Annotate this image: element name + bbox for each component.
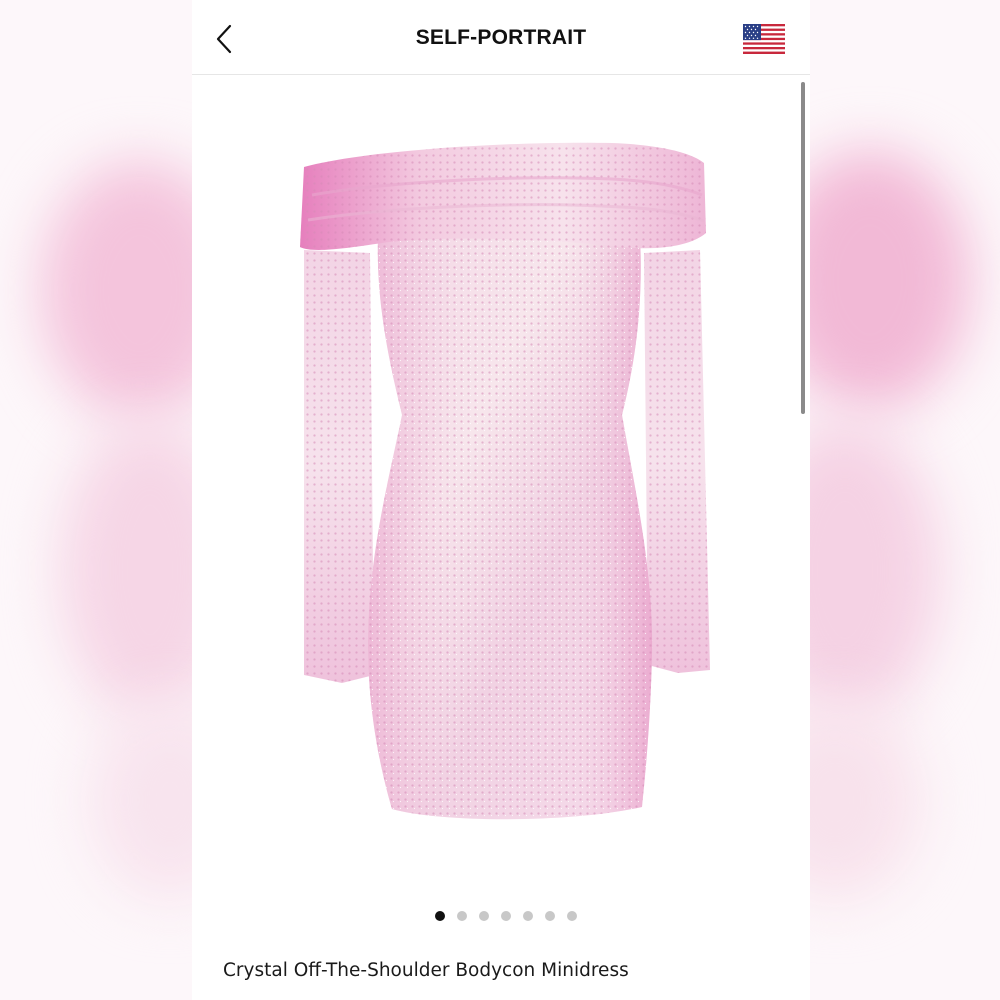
carousel-pagination — [192, 911, 810, 925]
carousel-dot-1[interactable] — [435, 911, 445, 921]
product-image — [300, 142, 710, 820]
brand-title: SELF-PORTRAIT — [415, 26, 587, 49]
product-title: Crystal Off-The-Shoulder Bodycon Minidre… — [223, 960, 629, 981]
app-screen: SELF-PORTRAIT Crystal Off-The-Shoulder B… — [192, 0, 810, 1000]
carousel-dot-7[interactable] — [567, 911, 577, 921]
carousel-dot-4[interactable] — [501, 911, 511, 921]
blurred-background-right — [810, 0, 1000, 1000]
carousel-dot-2[interactable] — [457, 911, 467, 921]
screenshot-frame: SELF-PORTRAIT Crystal Off-The-Shoulder B… — [0, 0, 1000, 1000]
scrollbar[interactable] — [801, 82, 805, 414]
product-image-carousel[interactable] — [192, 75, 810, 895]
carousel-dot-5[interactable] — [523, 911, 533, 921]
carousel-dot-3[interactable] — [479, 911, 489, 921]
blurred-background-left — [0, 0, 192, 1000]
carousel-dot-6[interactable] — [545, 911, 555, 921]
us-flag-icon — [743, 24, 785, 54]
top-bar: SELF-PORTRAIT — [192, 0, 810, 75]
region-selector-button[interactable] — [743, 24, 785, 54]
